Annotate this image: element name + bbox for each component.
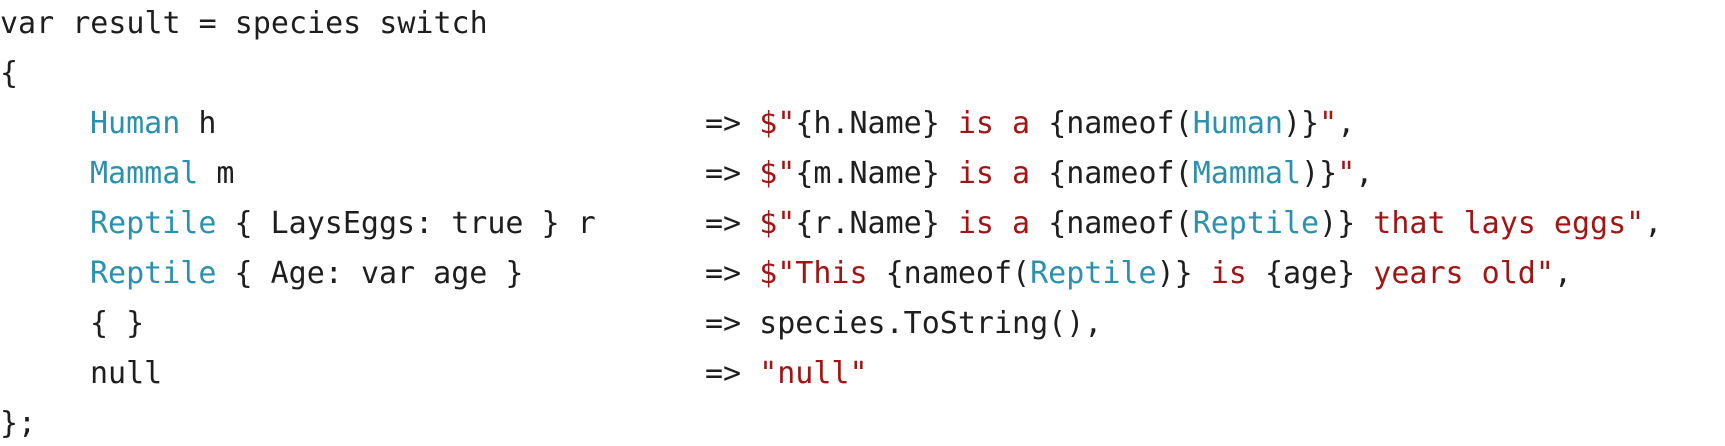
code-token: )}: [1319, 206, 1356, 241]
code-token: =>: [705, 156, 760, 191]
code-token: is a: [939, 156, 1049, 191]
code-token: h: [180, 106, 217, 141]
arm-expression: => $"{m.Name} is a {nameof(Mammal)}",: [705, 152, 1373, 196]
code-token: ,: [1553, 256, 1572, 291]
line-text: {: [0, 52, 18, 96]
code-token: {r.Name}: [795, 206, 940, 241]
code-token: $": [759, 106, 796, 141]
code-token: { LaysEggs:: [216, 206, 452, 241]
code-token: Reptile: [1030, 256, 1157, 291]
code-token: ": [1337, 156, 1356, 191]
code-token: ,: [1355, 156, 1374, 191]
code-token: result = species: [54, 6, 380, 41]
code-token: => species.ToString(),: [705, 306, 1103, 341]
code-token: $"This: [759, 256, 886, 291]
code-token: =>: [705, 256, 760, 291]
arm-expression: => $"{h.Name} is a {nameof(Human)}",: [705, 102, 1355, 146]
code-token: Reptile: [90, 256, 217, 291]
arm-pattern: Human h: [90, 102, 216, 146]
code-token: "null": [759, 356, 868, 391]
code-token: )}: [1283, 106, 1320, 141]
code-token: {nameof(: [1048, 206, 1193, 241]
code-token: switch: [379, 6, 488, 41]
code-token: { }: [90, 306, 145, 341]
code-token: =>: [705, 356, 760, 391]
arm-pattern: Reptile { LaysEggs: true } r: [90, 202, 596, 246]
code-token: Human: [90, 106, 181, 141]
code-token: {h.Name}: [795, 106, 940, 141]
code-token: {m.Name}: [795, 156, 940, 191]
code-token: ": [1319, 106, 1338, 141]
arm-pattern: Mammal m: [90, 152, 235, 196]
arm-expression: => species.ToString(),: [705, 302, 1102, 346]
code-token: age }: [415, 256, 524, 291]
code-token: years old": [1355, 256, 1554, 291]
code-token: )}: [1301, 156, 1338, 191]
line-text: };: [0, 402, 36, 446]
code-token: Reptile: [90, 206, 217, 241]
code-token: {: [0, 56, 19, 91]
code-token: {nameof(: [1048, 156, 1193, 191]
code-token: $": [759, 206, 796, 241]
code-token: };: [0, 406, 37, 441]
line-text: var result = species switch: [0, 2, 488, 46]
arm-expression: => $"{r.Name} is a {nameof(Reptile)} tha…: [705, 202, 1662, 246]
code-token: is a: [939, 106, 1049, 141]
code-token: } r: [523, 206, 596, 241]
code-token: {age}: [1264, 256, 1356, 291]
code-token: =>: [705, 206, 760, 241]
code-token: $": [759, 156, 796, 191]
code-token: { Age:: [216, 256, 361, 291]
code-token: is: [1192, 256, 1265, 291]
code-token: )}: [1156, 256, 1193, 291]
code-token: Mammal: [90, 156, 199, 191]
arm-expression: => "null": [705, 352, 868, 396]
code-editor: var result = species switch { Human h => $"…: [0, 0, 1725, 441]
code-token: ,: [1337, 106, 1356, 141]
arm-pattern: null: [90, 352, 162, 396]
code-token: Mammal: [1192, 156, 1302, 191]
code-token: var: [0, 6, 55, 41]
code-token: {nameof(: [885, 256, 1031, 291]
arm-pattern: Reptile { Age: var age }: [90, 252, 524, 296]
code-token: Reptile: [1192, 206, 1320, 241]
code-token: {nameof(: [1048, 106, 1193, 141]
code-token: is a: [939, 206, 1049, 241]
code-token: true: [451, 206, 524, 241]
arm-pattern: { }: [90, 302, 144, 346]
code-token: Human: [1192, 106, 1283, 141]
code-token: that lays eggs": [1355, 206, 1645, 241]
code-token: =>: [705, 106, 760, 141]
code-token: ,: [1644, 206, 1663, 241]
code-token: m: [198, 156, 235, 191]
arm-expression: => $"This {nameof(Reptile)} is {age} yea…: [705, 252, 1572, 296]
code-token: var: [360, 256, 416, 291]
code-token: null: [90, 356, 163, 391]
